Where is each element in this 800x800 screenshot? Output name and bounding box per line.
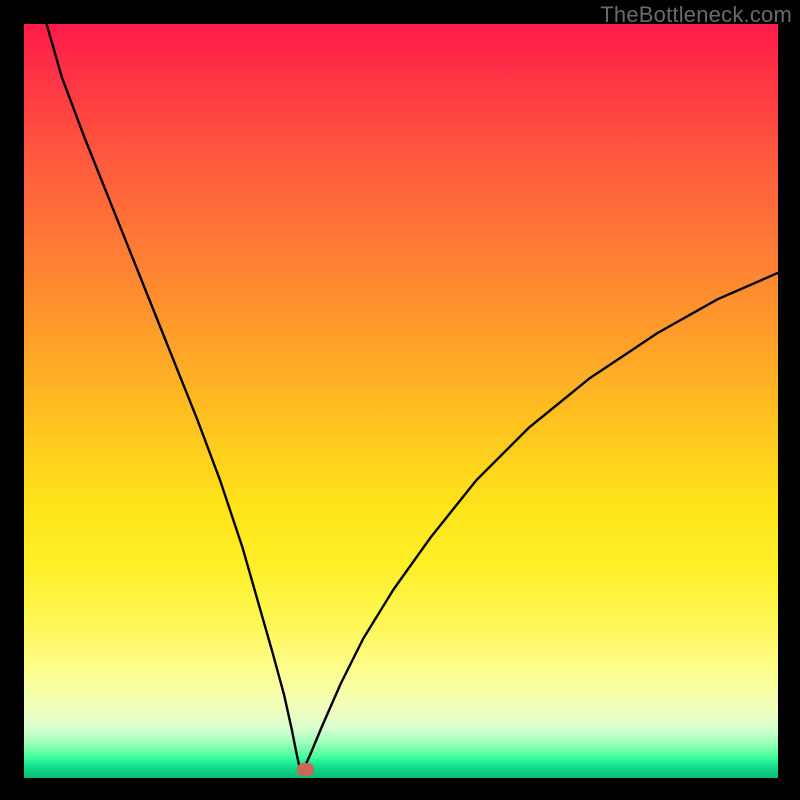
minimum-marker xyxy=(297,763,314,776)
chart-frame: TheBottleneck.com xyxy=(0,0,800,800)
watermark-text: TheBottleneck.com xyxy=(600,2,792,28)
curve-layer xyxy=(24,24,778,778)
plot-area xyxy=(24,24,778,778)
bottleneck-curve xyxy=(47,24,778,769)
